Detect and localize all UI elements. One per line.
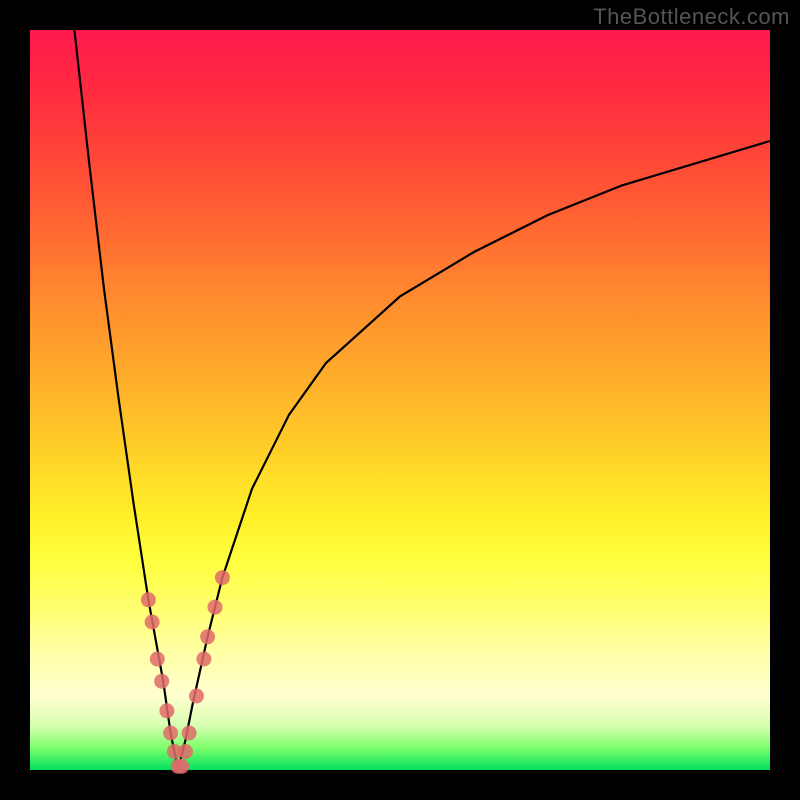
- sample-point: [145, 615, 160, 630]
- sample-point: [141, 592, 156, 607]
- chart-frame: TheBottleneck.com: [0, 0, 800, 800]
- bottleneck-curve: [0, 0, 800, 800]
- bottleneck-line: [74, 30, 770, 770]
- sample-point: [150, 652, 165, 667]
- sample-point: [163, 726, 178, 741]
- sample-point: [159, 703, 174, 718]
- sample-point: [196, 652, 211, 667]
- sample-point: [200, 629, 215, 644]
- sample-point: [215, 570, 230, 585]
- sample-point: [154, 674, 169, 689]
- sample-point: [189, 689, 204, 704]
- sample-point: [182, 726, 197, 741]
- sample-point: [174, 759, 189, 774]
- sample-point: [208, 600, 223, 615]
- sample-point: [178, 744, 193, 759]
